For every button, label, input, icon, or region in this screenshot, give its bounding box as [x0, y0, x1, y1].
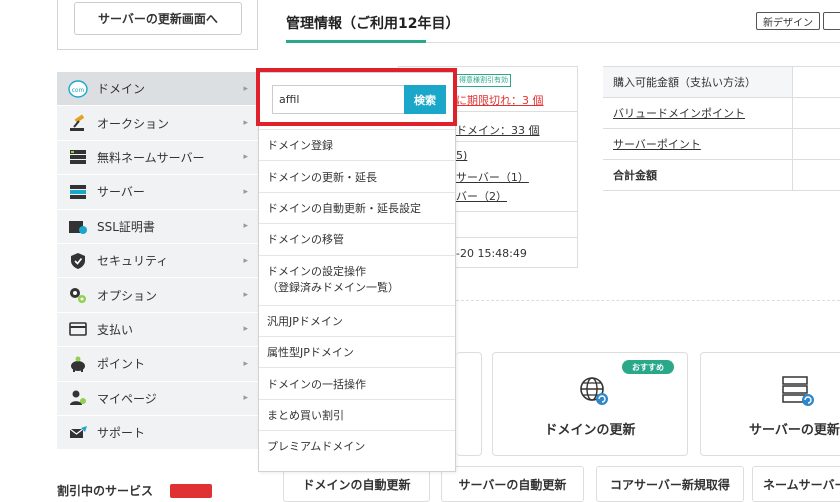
sidebar-item-label: サーバー: [97, 185, 145, 200]
nameserver-icon: [67, 147, 89, 167]
new-design-button[interactable]: 新デザイン: [756, 12, 820, 30]
server-icon: [781, 375, 815, 410]
server-auto-renew-button[interactable]: サーバーの自動更新: [441, 466, 584, 502]
sidebar-item-label: 支払い: [97, 322, 134, 337]
auction-gavel-icon: [67, 113, 89, 133]
submenu-item-domain-renew[interactable]: ドメインの更新・延長: [259, 160, 455, 191]
submenu-item-bulk-discount[interactable]: まとめ買い割引: [259, 398, 455, 430]
recommend-badge: おすすめ: [622, 360, 674, 374]
submenu-item-premium[interactable]: プレミアムドメイン: [259, 430, 455, 461]
sidebar-item-point[interactable]: ポイント ▸: [57, 347, 258, 382]
value-domain-points-link[interactable]: バリュードメインポイント: [603, 98, 793, 128]
section-divider: [456, 300, 840, 301]
svg-text:com: com: [72, 87, 85, 94]
sidebar-item-label: ポイント: [97, 357, 146, 372]
chevron-right-icon: ▸: [243, 393, 248, 404]
sidebar-item-ssl[interactable]: SSL証明書 ▸: [57, 209, 258, 244]
payment-row: 購入可能金額（支払い方法）: [603, 67, 840, 98]
submenu-item-settings[interactable]: ドメインの設定操作 （登録済みドメイン一覧）: [259, 254, 455, 305]
sidebar-item-label: ドメイン: [97, 82, 146, 97]
sidebar-item-support[interactable]: サポート: [57, 415, 258, 451]
submenu-list: ドメイン登録 ドメインの更新・延長 ドメインの自動更新・延長設定 ドメインの移管…: [259, 129, 455, 462]
management-underline: [286, 40, 426, 43]
submenu-item-auto-renew[interactable]: ドメインの自動更新・延長設定: [259, 191, 455, 223]
core-server-new-button[interactable]: コアサーバー新規取得: [596, 466, 744, 502]
sidebar-item-label: セキュリティ: [97, 254, 169, 269]
card-partial[interactable]: [456, 352, 482, 456]
chevron-right-icon: ▸: [243, 358, 248, 369]
sidebar-item-domain[interactable]: com ドメイン ▸: [57, 72, 258, 107]
piggy-bank-icon: [67, 354, 89, 374]
submenu-item-domain-register[interactable]: ドメイン登録: [259, 129, 455, 160]
discount-badge-red: [170, 484, 212, 498]
domain-submenu: 検索 ドメイン登録 ドメインの更新・延長 ドメインの自動更新・延長設定 ドメイン…: [258, 72, 456, 472]
payment-row: 合計金額: [603, 160, 840, 191]
management-info-title: 管理情報（ご利用12年目）: [286, 16, 460, 32]
chevron-right-icon: ▸: [243, 152, 248, 163]
sidebar-item-label: 無料ネームサーバー: [97, 150, 205, 165]
com-domain-icon: com: [67, 79, 89, 99]
payment-head-label[interactable]: 購入可能金額（支払い方法）: [603, 67, 793, 97]
payment-row: サーバーポイント: [603, 129, 840, 160]
ssl-certificate-icon: [67, 216, 89, 236]
chevron-right-icon: ▸: [243, 221, 248, 232]
mypage-users-icon: [67, 388, 89, 408]
chevron-right-icon: ▸: [243, 255, 248, 266]
payment-row: バリュードメインポイント: [603, 98, 840, 129]
sidebar-menu: com ドメイン ▸ オークション ▸ 無料ネームサーバー ▸ サーバー ▸ S…: [57, 72, 258, 451]
server-points-link[interactable]: サーバーポイント: [603, 129, 793, 159]
sidebar-item-label: SSL証明書: [97, 219, 155, 234]
update-panel: サーバーの更新画面へ: [57, 0, 258, 50]
chevron-right-icon: ▸: [243, 186, 248, 197]
sidebar-item-mypage[interactable]: マイページ ▸: [57, 381, 258, 416]
search-highlight-box: [256, 68, 457, 126]
chevron-right-icon: ▸: [243, 290, 248, 301]
chevron-right-icon: ▸: [243, 118, 248, 129]
name-server-button[interactable]: ネームサーバー: [752, 466, 840, 502]
globe-icon: [578, 375, 610, 410]
discount-services-title: 割引中のサービス: [57, 484, 154, 498]
design-toggle-button[interactable]: [823, 12, 840, 30]
chevron-right-icon: ▸: [243, 83, 248, 94]
sidebar-item-security[interactable]: セキュリティ ▸: [57, 243, 258, 279]
server-update-button[interactable]: サーバーの更新画面へ: [74, 2, 242, 35]
sidebar-item-option[interactable]: オプション ▸: [57, 278, 258, 313]
sidebar-item-server[interactable]: サーバー ▸: [57, 175, 258, 210]
sidebar-item-label: サポート: [97, 426, 146, 441]
sidebar-item-free-nameserver[interactable]: 無料ネームサーバー ▸: [57, 140, 258, 176]
payment-card-icon: [67, 319, 89, 339]
sidebar-item-payment[interactable]: 支払い ▸: [57, 312, 258, 348]
support-envelope-icon: [67, 423, 89, 443]
domain-renew-label: ドメインの更新: [544, 423, 636, 438]
gears-icon: [67, 285, 89, 305]
shield-icon: [67, 251, 89, 271]
sidebar-item-label: オークション: [97, 116, 170, 131]
server-renew-label: サーバーの更新: [749, 423, 840, 438]
server-icon: [67, 182, 89, 202]
sidebar-item-auction[interactable]: オークション ▸: [57, 106, 258, 141]
submenu-item-transfer[interactable]: ドメインの移管: [259, 223, 455, 254]
total-amount-label: 合計金額: [603, 160, 793, 190]
sidebar-item-label: マイページ: [97, 391, 157, 406]
server-renew-card[interactable]: サーバーの更新: [700, 352, 840, 456]
chevron-right-icon: ▸: [243, 324, 248, 335]
submenu-item-general-jp[interactable]: 汎用JPドメイン: [259, 304, 455, 336]
submenu-item-bulk[interactable]: ドメインの一括操作: [259, 367, 455, 398]
payment-table: 購入可能金額（支払い方法） バリュードメインポイント サーバーポイント 合計金額: [603, 66, 840, 191]
sidebar-item-label: オプション: [97, 288, 158, 303]
submenu-item-attribute-jp[interactable]: 属性型JPドメイン: [259, 335, 455, 367]
